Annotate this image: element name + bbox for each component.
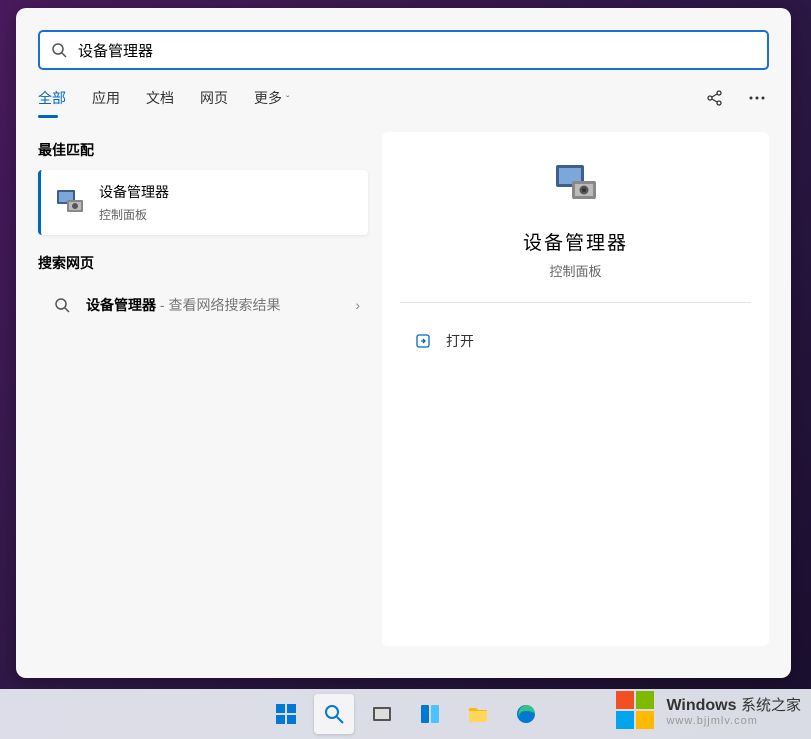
search-panel: 全部 应用 文档 网页 更多 ˇ 最佳匹配 设备管理器 控制面板: [16, 8, 791, 678]
search-box-container: [16, 8, 791, 70]
tab-more[interactable]: 更多 ˇ: [254, 88, 289, 118]
search-icon: [52, 295, 72, 315]
preview-title: 设备管理器: [400, 228, 751, 255]
preview-header: 设备管理器 控制面板: [400, 162, 751, 303]
web-search-text: 设备管理器 - 查看网络搜索结果: [86, 295, 280, 315]
file-explorer-button[interactable]: [458, 694, 498, 734]
start-button[interactable]: [266, 694, 306, 734]
best-match-header: 最佳匹配: [38, 140, 368, 160]
results-column: 最佳匹配 设备管理器 控制面板 搜索网页 设备管理器 - 查看网络搜索结果: [38, 132, 368, 646]
tab-web[interactable]: 网页: [200, 88, 228, 118]
tabs-row: 全部 应用 文档 网页 更多 ˇ: [16, 70, 791, 118]
web-search-item[interactable]: 设备管理器 - 查看网络搜索结果 ›: [38, 283, 368, 327]
chevron-down-icon: ˇ: [286, 95, 289, 106]
tab-all[interactable]: 全部: [38, 88, 66, 118]
taskbar: [0, 689, 811, 739]
search-input[interactable]: [78, 42, 757, 59]
device-manager-icon: [55, 188, 85, 218]
widgets-button[interactable]: [410, 694, 450, 734]
best-match-title: 设备管理器: [99, 182, 169, 202]
search-box[interactable]: [38, 30, 769, 70]
search-button[interactable]: [314, 694, 354, 734]
task-view-button[interactable]: [362, 694, 402, 734]
tab-more-label: 更多: [254, 90, 282, 106]
taskbar-icons: [266, 694, 546, 734]
best-match-sub: 控制面板: [99, 206, 169, 223]
tabs-right-actions: [703, 86, 769, 110]
more-options-icon[interactable]: [745, 86, 769, 110]
tab-apps[interactable]: 应用: [92, 88, 120, 118]
search-icon: [50, 41, 68, 59]
share-icon[interactable]: [703, 86, 727, 110]
content-area: 最佳匹配 设备管理器 控制面板 搜索网页 设备管理器 - 查看网络搜索结果: [16, 118, 791, 668]
web-search-left: 设备管理器 - 查看网络搜索结果: [52, 295, 280, 315]
open-label: 打开: [446, 331, 474, 351]
web-search-term: 设备管理器: [86, 297, 156, 313]
preview-panel: 设备管理器 控制面板 打开: [382, 132, 769, 646]
web-search-suffix: - 查看网络搜索结果: [156, 297, 280, 313]
best-match-item[interactable]: 设备管理器 控制面板: [38, 170, 368, 235]
open-action[interactable]: 打开: [400, 323, 751, 359]
open-icon: [414, 332, 432, 350]
edge-button[interactable]: [506, 694, 546, 734]
tab-docs[interactable]: 文档: [146, 88, 174, 118]
preview-sub: 控制面板: [400, 261, 751, 280]
chevron-right-icon: ›: [355, 297, 360, 313]
search-web-header: 搜索网页: [38, 253, 368, 273]
best-match-text: 设备管理器 控制面板: [99, 182, 169, 223]
device-manager-icon-large: [552, 162, 600, 210]
